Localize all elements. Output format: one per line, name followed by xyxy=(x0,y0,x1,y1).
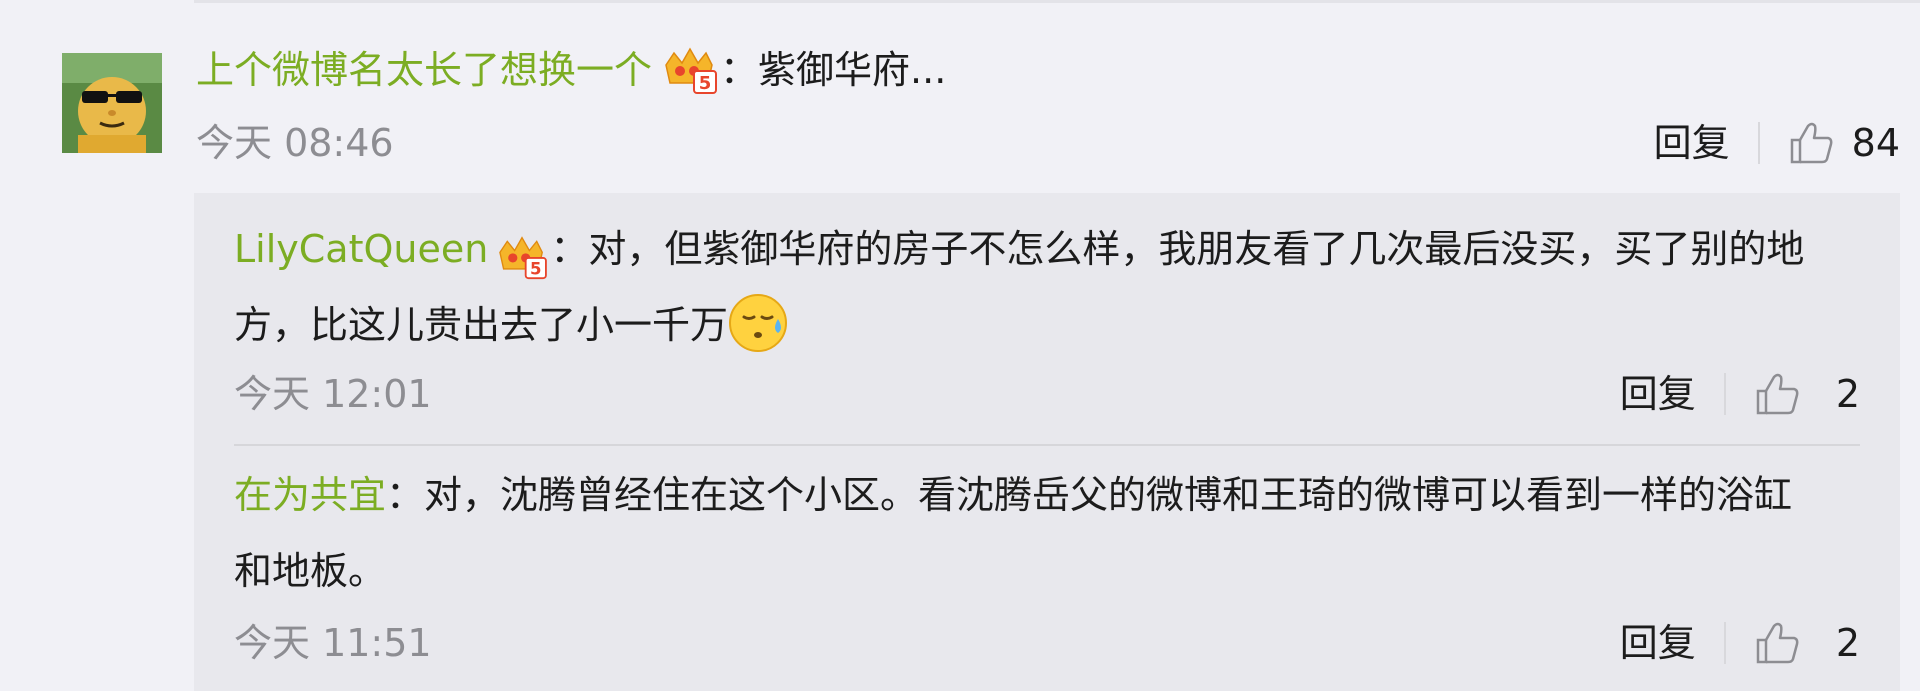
sweat-face-emoji-icon xyxy=(728,293,788,353)
avatar[interactable] xyxy=(62,53,162,153)
thumbs-up-icon[interactable] xyxy=(1754,620,1800,666)
reply-meta-row: 今天 11:51 回复 2 xyxy=(234,618,1860,668)
reply-username[interactable]: LilyCatQueen xyxy=(234,227,488,271)
action-divider xyxy=(1723,373,1726,415)
action-divider xyxy=(1723,622,1726,664)
vip-crown-badge-icon[interactable]: 5 xyxy=(496,229,548,279)
reply-actions: 回复 2 xyxy=(1620,369,1860,419)
reply-body-line2: 和地板。 xyxy=(234,549,387,593)
reply-body-line1: 对，沈腾曾经住在这个小区。看沈腾岳父的微博和王琦的微博可以看到一样的浴缸 xyxy=(424,473,1793,517)
reply-timestamp: 今天 12:01 xyxy=(234,372,432,416)
thumbs-up-icon[interactable] xyxy=(1788,120,1834,166)
vip-crown-badge-icon[interactable]: 5 xyxy=(662,45,718,95)
comment-item: 上个微博名太长了想换一个 5 ： 紫御华府... 今天 08:46 回复 84 … xyxy=(0,0,1920,691)
reply-button[interactable]: 回复 xyxy=(1620,618,1696,668)
like-count: 2 xyxy=(1835,621,1860,665)
reply-separator: ： xyxy=(550,227,589,271)
reply-divider xyxy=(234,444,1860,446)
reply-item: 在为共宜：对，沈腾曾经住在这个小区。看沈腾岳父的微博和王琦的微博可以看到一样的浴… xyxy=(234,457,1864,609)
comment-separator: ： xyxy=(720,48,759,92)
comment-username[interactable]: 上个微博名太长了想换一个 xyxy=(196,44,652,96)
svg-text:5: 5 xyxy=(699,73,712,94)
reply-item: LilyCatQueen 5 ：对，但紫御华府的房子不怎么样，我朋友看了几次最后没买… xyxy=(234,211,1864,363)
reply-actions: 回复 2 xyxy=(1620,618,1860,668)
reply-body-line1: 对，但紫御华府的房子不怎么样，我朋友看了几次最后没买，买了别的地 xyxy=(588,227,1805,271)
comment-actions: 回复 84 xyxy=(1654,118,1900,168)
reply-button[interactable]: 回复 xyxy=(1654,118,1730,168)
action-divider xyxy=(1757,122,1760,164)
comment-meta-row: 今天 08:46 回复 84 xyxy=(196,118,1900,168)
svg-text:5: 5 xyxy=(530,259,542,278)
like-count: 84 xyxy=(1851,121,1900,165)
reply-meta-row: 今天 12:01 回复 2 xyxy=(234,369,1860,419)
reply-separator: ： xyxy=(386,473,425,517)
avatar-image xyxy=(62,53,162,153)
comment-text-line: 上个微博名太长了想换一个 5 ： 紫御华府... xyxy=(196,44,946,96)
like-count: 2 xyxy=(1835,372,1860,416)
reply-button[interactable]: 回复 xyxy=(1620,369,1696,419)
comment-body: 紫御华府... xyxy=(758,48,947,92)
thumbs-up-icon[interactable] xyxy=(1754,371,1800,417)
reply-username[interactable]: 在为共宜 xyxy=(234,473,386,517)
replies-container: LilyCatQueen 5 ：对，但紫御华府的房子不怎么样，我朋友看了几次最后没买… xyxy=(194,193,1900,691)
reply-timestamp: 今天 11:51 xyxy=(234,621,432,665)
comment-timestamp: 今天 08:46 xyxy=(196,121,394,165)
reply-body-line2: 方，比这儿贵出去了小一千万 xyxy=(234,303,729,347)
